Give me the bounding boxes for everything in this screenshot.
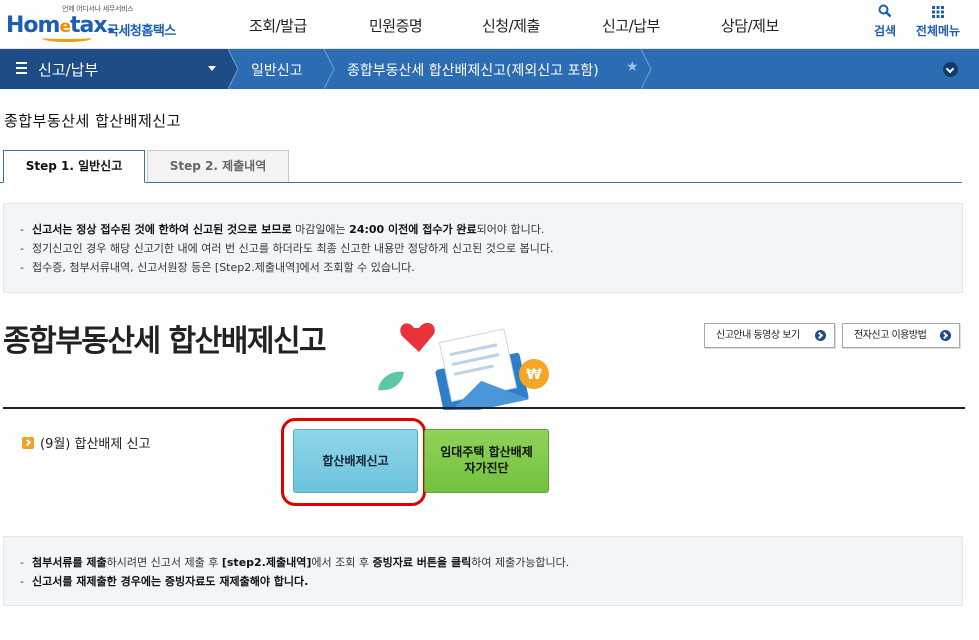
nav-item-certificate[interactable]: 민원증명: [369, 15, 423, 36]
section-heading: 종합부동산세 합산배제신고: [3, 324, 327, 359]
notice-box-bottom: 첨부서류를 제출하시려면 신고서 제출 후 [step2.제출내역]에서 조회 …: [3, 536, 963, 606]
nav-item-application[interactable]: 신청/제출: [482, 15, 540, 36]
search-icon: [878, 4, 892, 18]
breadcrumb-general-filing[interactable]: 일반신고: [251, 60, 303, 80]
notice-item: 신고서를 재제출한 경우에는 증빙자료도 재제출해야 합니다.: [20, 572, 962, 591]
logo-swoosh: [42, 34, 92, 42]
nav-item-filing[interactable]: 신고/납부: [602, 15, 660, 36]
self-diagnosis-label-1: 임대주택 합산배제: [440, 445, 533, 459]
chevron-down-icon[interactable]: [943, 62, 958, 77]
self-diagnosis-button[interactable]: 임대주택 합산배제 자가진단: [424, 429, 549, 493]
search-button[interactable]: 검색: [871, 4, 899, 39]
e-filing-guide-label: 전자신고 이용방법: [854, 330, 927, 341]
star-icon[interactable]: ★: [626, 59, 639, 75]
self-diagnosis-label-2: 자가진단: [464, 461, 509, 475]
nav-item-inquiry[interactable]: 조회/발급: [249, 15, 307, 36]
hamburger-icon: [16, 62, 27, 77]
notice-item: 접수증, 첨부서류내역, 신고서원장 등은 [Step2.제출내역]에서 조회할…: [20, 258, 962, 277]
step-tabs: Step 1. 일반신고 Step 2. 제출내역: [0, 150, 962, 183]
filing-section-text: (9월) 합산배제 신고: [40, 437, 151, 452]
section-divider: [3, 407, 965, 409]
video-guide-button[interactable]: 신고안내 동영상 보기: [704, 323, 835, 348]
page-title: 종합부동산세 합산배제신고: [4, 112, 181, 130]
e-filing-guide-button[interactable]: 전자신고 이용방법: [842, 323, 960, 348]
location-bar: 신고/납부 일반신고 종합부동산세 합산배제신고(제외신고 포함) ★: [0, 49, 979, 89]
exclusion-filing-button[interactable]: 합산배제신고: [293, 429, 418, 493]
site-header: 언제 어디서나 세무서비스 Hometax. 국세청홈택스 조회/발급 민원증명…: [0, 0, 979, 49]
hometax-logo[interactable]: 언제 어디서나 세무서비스 Hometax. 국세청홈택스: [4, 4, 189, 44]
bullet-arrow-icon: [22, 437, 34, 449]
location-menu-label: 신고/납부: [38, 61, 99, 79]
tab-step2-submissions[interactable]: Step 2. 제출내역: [147, 150, 289, 182]
caret-down-icon: [208, 66, 216, 71]
notice-item: 정기신고인 경우 해당 신고기한 내에 여러 번 신고를 하더라도 최종 신고한…: [20, 239, 962, 258]
tab-step1-general[interactable]: Step 1. 일반신고: [3, 150, 145, 183]
filing-section-label: (9월) 합산배제 신고: [22, 433, 150, 452]
video-guide-label: 신고안내 동영상 보기: [716, 330, 800, 341]
breadcrumb-current-page[interactable]: 종합부동산세 합산배제신고(제외신고 포함): [347, 60, 599, 80]
search-label: 검색: [873, 24, 897, 38]
arrow-right-icon: [815, 330, 826, 341]
breadcrumb-separator-icon: [641, 49, 652, 89]
breadcrumb-separator-icon: [228, 49, 239, 89]
breadcrumb-separator-icon: [324, 49, 335, 89]
notice-box-top: 신고서는 정상 접수된 것에 한하여 신고된 것으로 보므로 마감일에는 24:…: [3, 203, 963, 293]
location-menu-dropdown[interactable]: 신고/납부: [0, 49, 228, 89]
nav-item-consult[interactable]: 상담/제보: [721, 15, 779, 36]
all-menu-label: 전체메뉴: [915, 24, 961, 38]
notice-item: 첨부서류를 제출하시려면 신고서 제출 후 [step2.제출내역]에서 조회 …: [20, 553, 962, 572]
grid-menu-icon: [932, 6, 944, 18]
envelope-illustration: ₩: [378, 322, 549, 410]
logo-korean-name: 국세청홈택스: [107, 24, 176, 39]
svg-text:₩: ₩: [526, 367, 542, 383]
arrow-right-icon: [940, 330, 951, 341]
notice-item: 신고서는 정상 접수된 것에 한하여 신고된 것으로 보므로 마감일에는 24:…: [20, 220, 962, 239]
all-menu-button[interactable]: 전체메뉴: [912, 4, 964, 39]
